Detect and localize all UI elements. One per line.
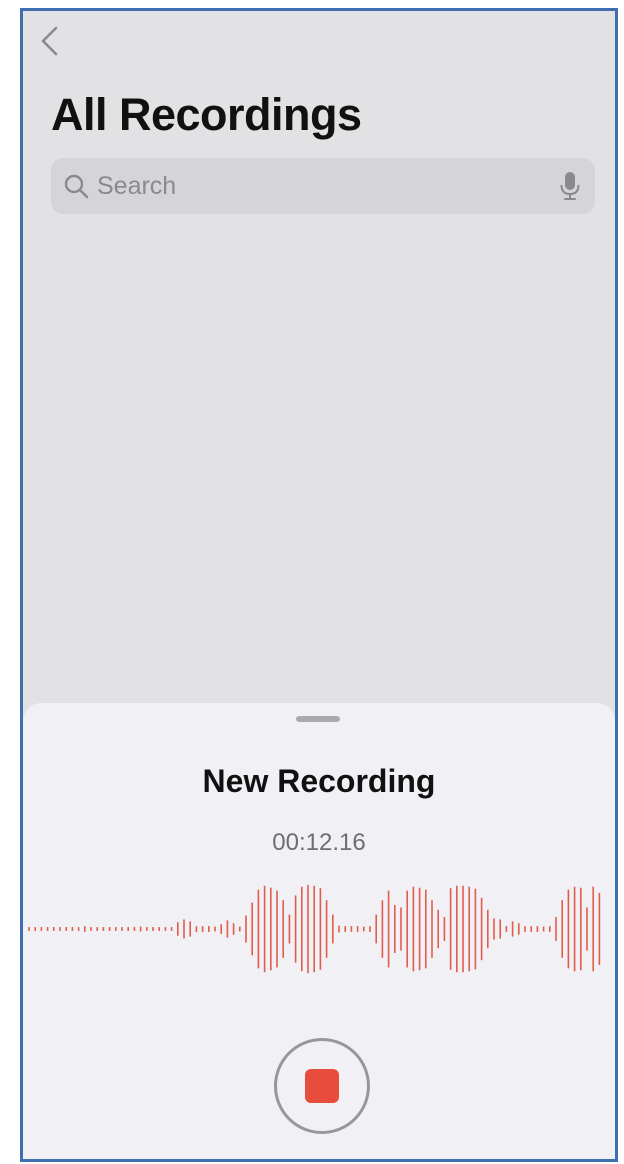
search-input[interactable] [97,158,537,214]
search-bar[interactable] [51,158,595,214]
magnifying-glass-icon [64,174,89,199]
recording-timer: 00:12.16 [272,829,366,856]
recording-sheet: New Recording 00:12.16 [23,703,615,1159]
page-title: All Recordings [51,89,362,140]
chevron-left-icon [41,26,58,56]
stop-recording-button[interactable] [274,1038,370,1134]
recording-title: New Recording [202,763,436,799]
microphone-icon[interactable] [559,171,581,201]
back-button[interactable] [39,25,61,57]
audio-waveform [28,884,601,974]
stop-square-icon [305,1069,339,1103]
app-screen: All Recordings New Recording 00:12.16 [20,8,618,1162]
sheet-grabber-handle[interactable] [296,716,340,722]
